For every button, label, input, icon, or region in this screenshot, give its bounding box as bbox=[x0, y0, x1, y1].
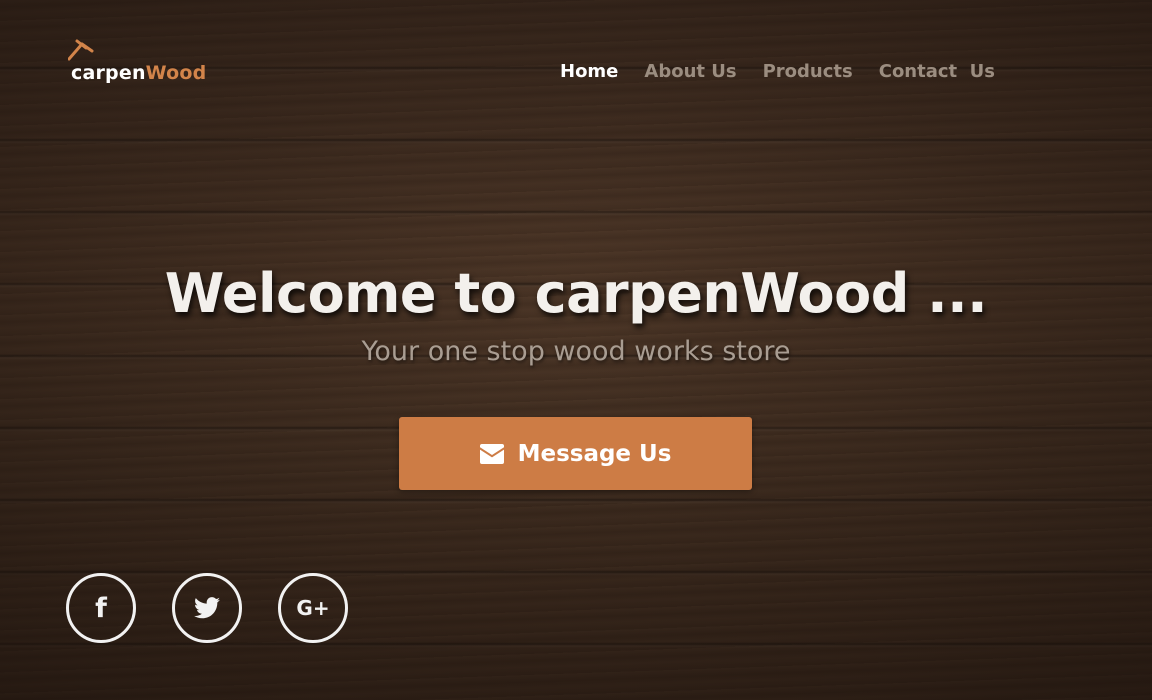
message-us-button[interactable]: Message Us bbox=[399, 417, 752, 490]
hero-title: Welcome to carpenWood ... bbox=[164, 262, 988, 325]
brand-name: carpenWood bbox=[71, 62, 206, 84]
hammer-roof-icon bbox=[68, 39, 94, 61]
nav-item-home[interactable]: Home bbox=[560, 61, 618, 82]
message-us-label: Message Us bbox=[517, 440, 672, 467]
twitter-button[interactable] bbox=[172, 573, 242, 643]
nav-item-contact-us[interactable]: Contact Us bbox=[879, 61, 995, 82]
envelope-icon bbox=[479, 443, 504, 464]
google-plus-icon: G+ bbox=[296, 596, 330, 620]
brand-name-part2: Wood bbox=[145, 62, 207, 84]
nav-item-products[interactable]: Products bbox=[763, 61, 853, 82]
hero-section: carpenWood Home About Us Products Contac… bbox=[0, 0, 1152, 700]
google-plus-button[interactable]: G+ bbox=[278, 573, 348, 643]
brand-name-part1: carpen bbox=[71, 62, 146, 84]
twitter-icon bbox=[194, 597, 220, 619]
hero-subtitle: Your one stop wood works store bbox=[361, 336, 791, 367]
facebook-icon: f bbox=[95, 592, 107, 624]
facebook-button[interactable]: f bbox=[66, 573, 136, 643]
nav-item-about-us[interactable]: About Us bbox=[644, 61, 736, 82]
main-nav: Home About Us Products Contact Us bbox=[560, 61, 995, 82]
